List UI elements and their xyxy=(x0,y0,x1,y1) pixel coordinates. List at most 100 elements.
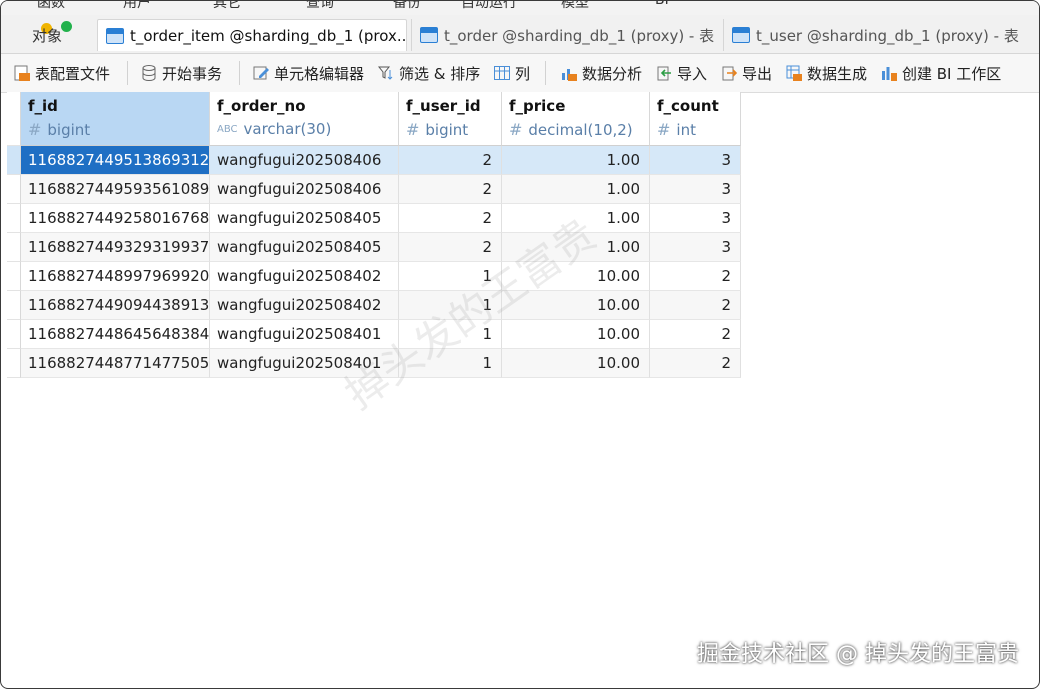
config-file-icon xyxy=(14,65,30,81)
menu-item-users[interactable]: 用户 xyxy=(123,1,151,12)
cell-f-order-no[interactable]: wangfugui202508406 xyxy=(210,146,399,175)
cell-f-order-no[interactable]: wangfugui202508405 xyxy=(210,233,399,262)
columns-button[interactable]: 列 xyxy=(493,62,530,84)
column-header-f-price[interactable]: f_price # decimal(10,2) xyxy=(502,92,650,146)
cell-f-price[interactable]: 10.00 xyxy=(502,262,650,291)
cell-f-count[interactable]: 2 xyxy=(650,320,741,349)
cell-f-price[interactable]: 1.00 xyxy=(502,204,650,233)
row-marker[interactable] xyxy=(7,233,21,262)
cell-f-id[interactable]: 1168827448997969920 xyxy=(21,262,210,291)
column-name: f_count xyxy=(657,97,719,115)
cell-f-order-no[interactable]: wangfugui202508401 xyxy=(210,320,399,349)
tab-bar: 对象 t_order_item @sharding_db_1 (prox... … xyxy=(1,15,1039,54)
text-type-icon: ABC xyxy=(217,123,238,135)
number-type-icon: # xyxy=(509,120,523,139)
column-type: ABC varchar(30) xyxy=(217,120,331,138)
cell-f-order-no[interactable]: wangfugui202508402 xyxy=(210,291,399,320)
column-type: # bigint xyxy=(28,120,90,139)
menu-item-other[interactable]: 其它 xyxy=(213,1,241,12)
cell-f-price[interactable]: 10.00 xyxy=(502,349,650,378)
cell-f-price[interactable]: 1.00 xyxy=(502,233,650,262)
row-marker[interactable] xyxy=(7,349,21,378)
row-marker[interactable] xyxy=(7,262,21,291)
create-bi-workspace-button[interactable]: 创建 BI 工作区 xyxy=(880,62,1001,84)
row-marker[interactable] xyxy=(7,291,21,320)
column-type-label: decimal(10,2) xyxy=(528,120,633,139)
column-header-f-id[interactable]: f_id # bigint xyxy=(21,92,210,146)
cell-f-price[interactable]: 10.00 xyxy=(502,320,650,349)
table-icon xyxy=(420,27,438,43)
cell-f-count[interactable]: 2 xyxy=(650,291,741,320)
cell-f-id[interactable]: 1168827449258016768 xyxy=(21,204,210,233)
tab-label: t_order @sharding_db_1 (proxy) - 表 xyxy=(444,26,715,45)
data-analysis-button[interactable]: 数据分析 xyxy=(560,62,642,84)
cell-f-id[interactable]: 1168827448645648384 xyxy=(21,320,210,349)
cell-f-count[interactable]: 2 xyxy=(650,262,741,291)
cell-f-id[interactable]: 1168827449329319937 xyxy=(21,233,210,262)
column-type-label: int xyxy=(676,120,696,139)
tab-t-user[interactable]: t_user @sharding_db_1 (proxy) - 表 xyxy=(723,19,1033,51)
cell-f-order-no[interactable]: wangfugui202508402 xyxy=(210,262,399,291)
tab-t-order-item[interactable]: t_order_item @sharding_db_1 (prox... xyxy=(97,19,407,51)
row-marker[interactable] xyxy=(7,175,21,204)
column-type: # int xyxy=(657,120,696,139)
tab-label: t_order_item @sharding_db_1 (prox... xyxy=(130,26,407,45)
column-header-f-count[interactable]: f_count # int xyxy=(650,92,741,146)
database-icon xyxy=(142,65,156,82)
cell-f-id[interactable]: 1168827449513869312 xyxy=(21,146,210,175)
toolbar-separator xyxy=(239,61,240,85)
row-marker[interactable] xyxy=(7,146,21,175)
column-name: f_order_no xyxy=(217,97,306,115)
cell-f-user-id[interactable]: 1 xyxy=(399,262,502,291)
cell-f-id[interactable]: 1168827449593561089 xyxy=(21,175,210,204)
filter-sort-button[interactable]: 筛选 & 排序 xyxy=(377,62,480,84)
cell-f-count[interactable]: 3 xyxy=(650,233,741,262)
cell-f-user-id[interactable]: 2 xyxy=(399,146,502,175)
data-generation-button[interactable]: 数据生成 xyxy=(785,62,867,84)
export-button[interactable]: 导出 xyxy=(720,62,772,84)
cell-f-user-id[interactable]: 2 xyxy=(399,233,502,262)
app-window: 函数 用户 其它 查询 备份 自动运行 模型 BI 对象 t_order_ite… xyxy=(0,0,1040,689)
menu-item-backup[interactable]: 备份 xyxy=(393,1,421,12)
column-header-f-user-id[interactable]: f_user_id # bigint xyxy=(399,92,502,146)
cell-f-user-id[interactable]: 1 xyxy=(399,349,502,378)
tab-objects[interactable]: 对象 xyxy=(1,19,93,51)
import-icon xyxy=(657,66,671,81)
cell-f-count[interactable]: 3 xyxy=(650,204,741,233)
menu-item-functions[interactable]: 函数 xyxy=(37,1,65,12)
grid-corner xyxy=(7,92,21,146)
cell-f-user-id[interactable]: 1 xyxy=(399,320,502,349)
menu-item-query[interactable]: 查询 xyxy=(306,1,334,12)
tab-label: 对象 xyxy=(31,26,62,45)
cell-f-count[interactable]: 3 xyxy=(650,146,741,175)
row-marker[interactable] xyxy=(7,204,21,233)
cell-f-user-id[interactable]: 2 xyxy=(399,175,502,204)
begin-transaction-button[interactable]: 开始事务 xyxy=(140,62,222,84)
toolbar-separator xyxy=(545,61,546,85)
cell-f-order-no[interactable]: wangfugui202508405 xyxy=(210,204,399,233)
cell-editor-button[interactable]: 单元格编辑器 xyxy=(252,62,364,84)
cell-f-price[interactable]: 1.00 xyxy=(502,146,650,175)
cell-f-price[interactable]: 1.00 xyxy=(502,175,650,204)
column-header-f-order-no[interactable]: f_order_no ABC varchar(30) xyxy=(210,92,399,146)
tab-t-order[interactable]: t_order @sharding_db_1 (proxy) - 表 xyxy=(411,19,721,51)
bi-icon xyxy=(882,67,897,81)
cell-f-count[interactable]: 2 xyxy=(650,349,741,378)
import-button[interactable]: 导入 xyxy=(655,62,707,84)
menu-item-automation[interactable]: 自动运行 xyxy=(461,1,517,12)
cell-f-id[interactable]: 1168827449094438913 xyxy=(21,291,210,320)
config-file-button[interactable]: 表配置文件 xyxy=(13,62,110,84)
cell-f-order-no[interactable]: wangfugui202508406 xyxy=(210,175,399,204)
cell-f-order-no[interactable]: wangfugui202508401 xyxy=(210,349,399,378)
toolbar-separator xyxy=(127,61,128,85)
menu-item-model[interactable]: 模型 xyxy=(561,1,589,12)
cell-f-id[interactable]: 1168827448771477505 xyxy=(21,349,210,378)
number-type-icon: # xyxy=(28,120,42,139)
menu-item-bi[interactable]: BI xyxy=(655,1,669,8)
column-name: f_user_id xyxy=(406,97,481,115)
cell-f-count[interactable]: 3 xyxy=(650,175,741,204)
row-marker[interactable] xyxy=(7,320,21,349)
cell-f-price[interactable]: 10.00 xyxy=(502,291,650,320)
cell-f-user-id[interactable]: 2 xyxy=(399,204,502,233)
cell-f-user-id[interactable]: 1 xyxy=(399,291,502,320)
